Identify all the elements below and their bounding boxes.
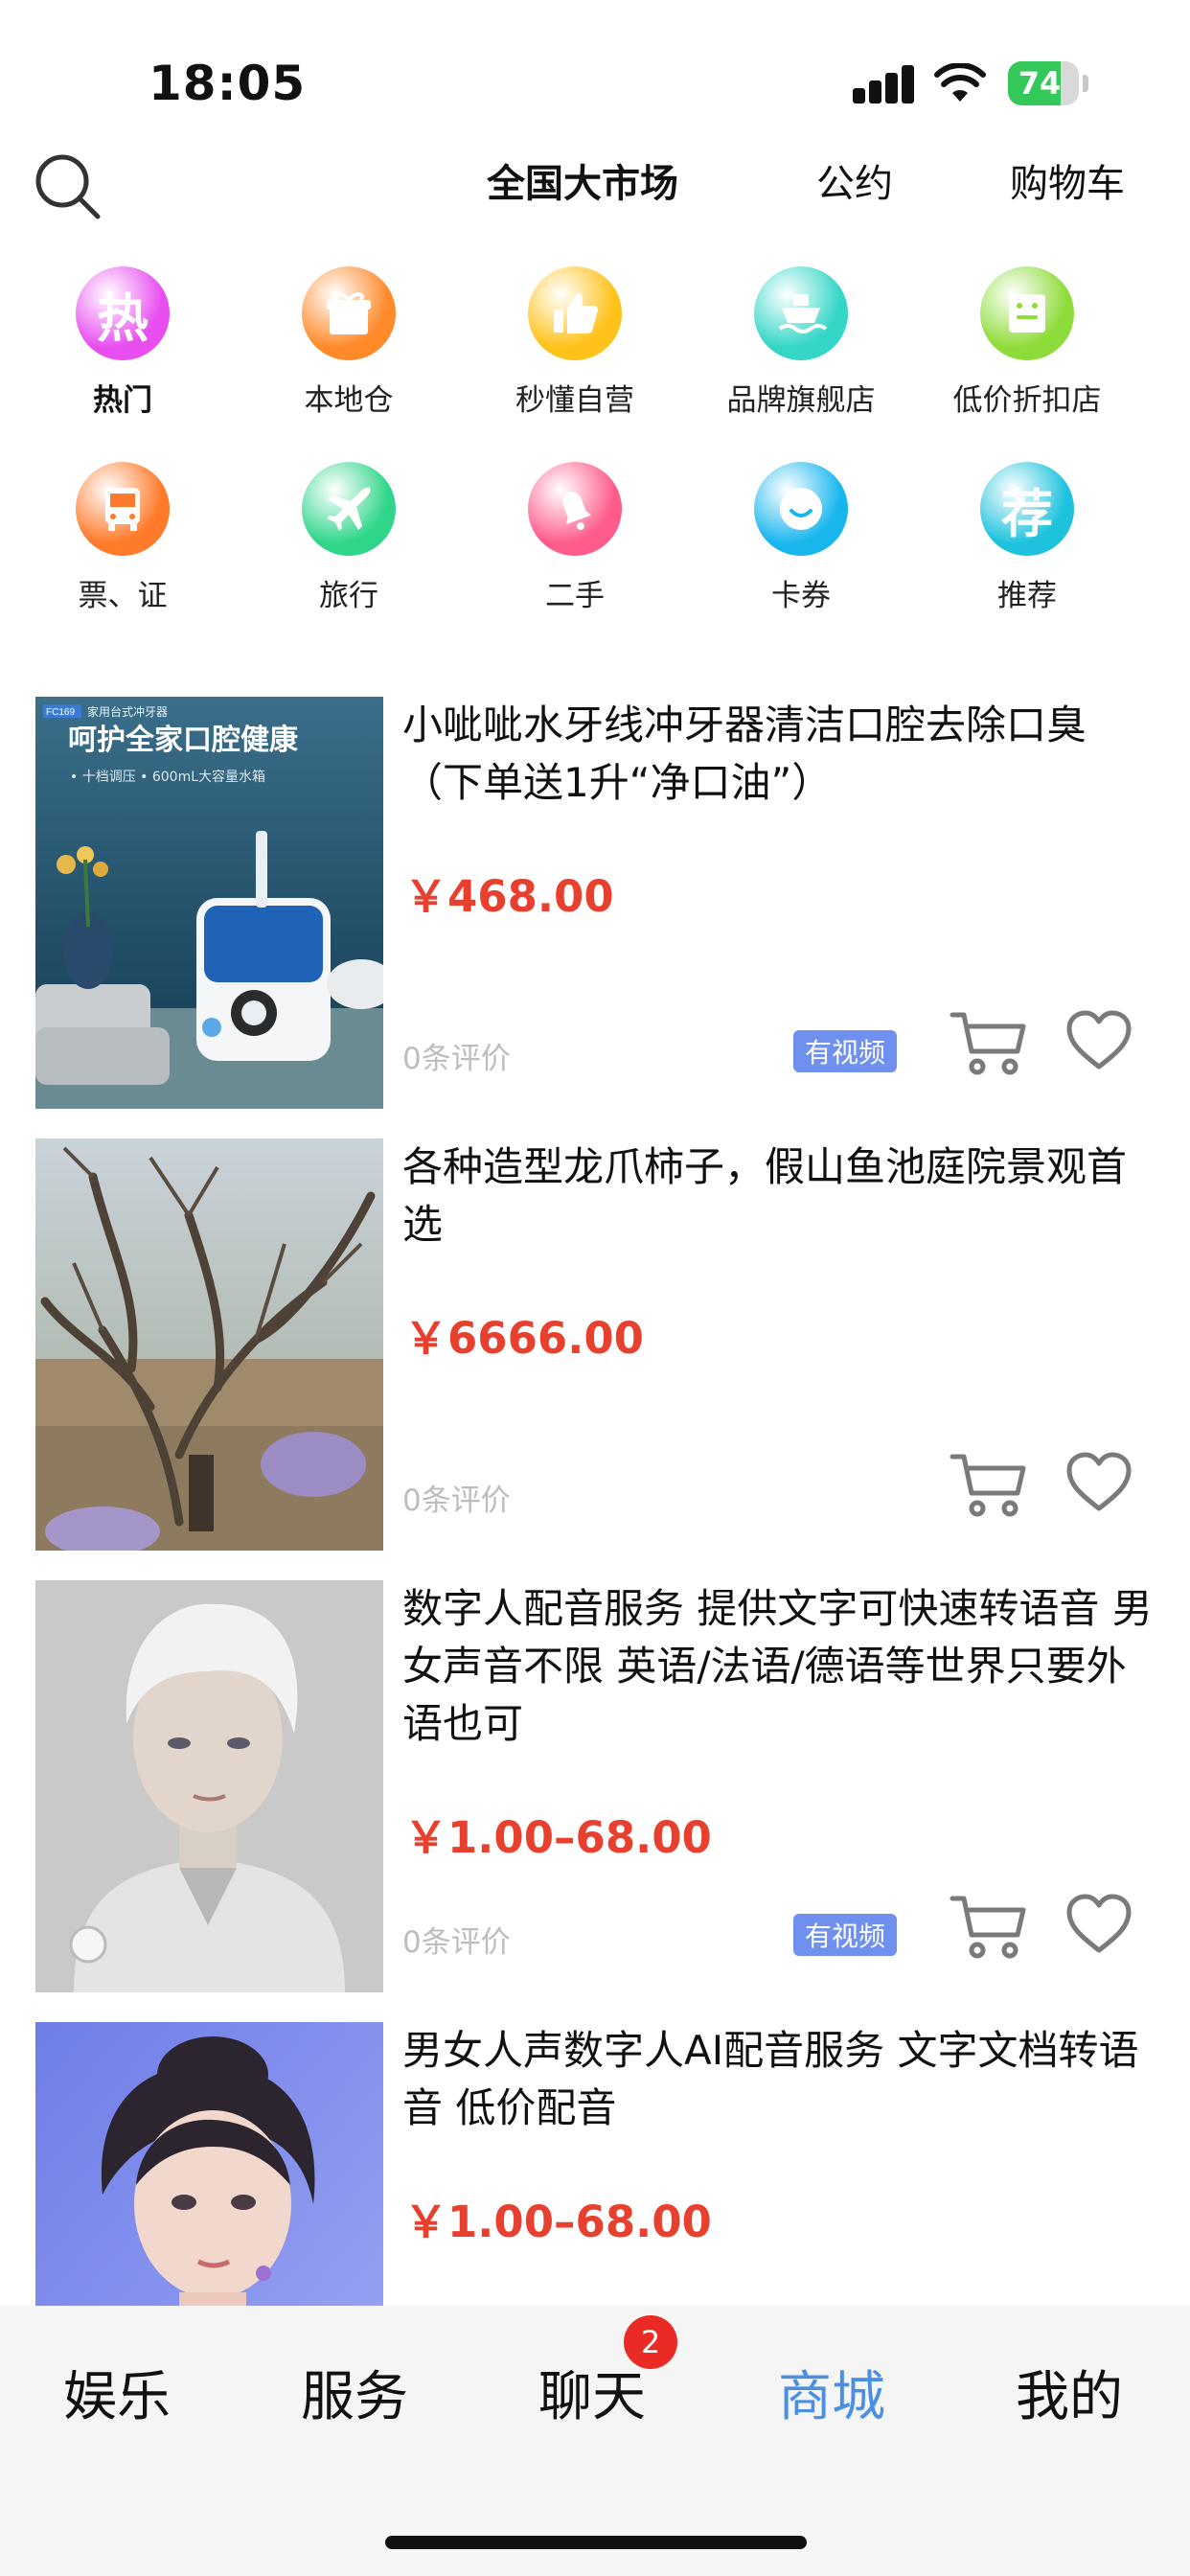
category-label: 旅行 [319, 579, 378, 613]
favorite-heart-icon[interactable] [1065, 1009, 1133, 1072]
ship-icon [754, 266, 848, 360]
wifi-icon [934, 63, 986, 102]
tab-convention[interactable]: 公约 [816, 155, 893, 213]
category-label: 卡券 [771, 579, 831, 613]
product-image[interactable]: FC169 家用台式冲牙器 呵护全家口腔健康 • 十档调压 • 600mL大容量… [35, 697, 383, 1109]
thumbs-up-icon [528, 266, 622, 360]
product-image[interactable] [35, 1138, 383, 1551]
category-self-operated[interactable]: 秒懂自营 [462, 266, 688, 419]
category-local-warehouse[interactable]: 本地仓 [236, 266, 462, 419]
product-title[interactable]: 男女人声数字人AI配音服务 文字文档转语音 低价配音 [402, 2022, 1159, 2137]
hot-icon: 热 [76, 266, 170, 360]
category-label: 本地仓 [304, 383, 394, 418]
category-label: 推荐 [997, 579, 1057, 613]
image-subtitle: 家用台式冲牙器 [87, 704, 168, 719]
product-reviews: 0条评价 [402, 1925, 511, 1960]
product-card[interactable]: 各种造型龙爪柿子，假山鱼池庭院景观首选 ￥6666.00 0条评价 [0, 1138, 1190, 1551]
category-recommended[interactable]: 荐推荐 [914, 462, 1140, 614]
signal-icon [853, 65, 916, 104]
product-price: ￥1.00–68.00 [404, 1812, 712, 1863]
category-discount-store[interactable]: 低价折扣店 [914, 266, 1140, 419]
favorite-heart-icon[interactable] [1065, 1451, 1133, 1514]
tab-mall[interactable]: 商城 [755, 2354, 908, 2431]
tab-entertainment[interactable]: 娱乐 [40, 2354, 194, 2431]
battery-icon: 74 [1008, 61, 1079, 105]
gift-icon [302, 266, 396, 360]
status-bar: 18:05 74 [0, 0, 1190, 144]
store-icon [980, 266, 1074, 360]
product-title[interactable]: 小呲呲水牙线冲牙器清洁口腔去除口臭（下单送1升“净口油”） [402, 697, 1159, 812]
tab-services[interactable]: 服务 [278, 2354, 431, 2431]
video-badge: 有视频 [793, 1914, 898, 1956]
video-badge: 有视频 [793, 1030, 898, 1072]
product-card[interactable]: 数字人配音服务 提供文字可快速转语音 男女声音不限 英语/法语/德语等世界只要外… [0, 1580, 1190, 1992]
bell-icon [528, 462, 622, 556]
search-icon[interactable] [33, 151, 102, 220]
product-reviews: 0条评价 [402, 1042, 511, 1076]
status-time: 18:05 [149, 56, 307, 111]
image-features: • 十档调压 • 600mL大容量水箱 [70, 769, 265, 785]
tab-shopping-cart[interactable]: 购物车 [1010, 155, 1125, 213]
image-model-code: FC169 [46, 707, 75, 718]
category-hot[interactable]: 热热门 [10, 266, 236, 419]
product-card[interactable]: FC169 家用台式冲牙器 呵护全家口腔健康 • 十档调压 • 600mL大容量… [0, 697, 1190, 1109]
battery-percent: 74 [1018, 65, 1062, 102]
category-label: 二手 [545, 579, 605, 613]
chat-unread-badge: 2 [624, 2315, 677, 2369]
category-tickets[interactable]: 票、证 [10, 462, 236, 614]
tab-national-market[interactable]: 全国大市场 [487, 155, 678, 213]
product-price: ￥468.00 [404, 871, 614, 922]
category-second-hand[interactable]: 二手 [462, 462, 688, 614]
image-headline: 呵护全家口腔健康 [68, 724, 299, 757]
airplane-icon [302, 462, 396, 556]
add-to-cart-icon[interactable] [949, 1005, 1027, 1078]
favorite-heart-icon[interactable] [1065, 1893, 1133, 1956]
category-label: 品牌旗舰店 [726, 383, 876, 418]
battery-tip [1083, 75, 1088, 92]
category-label: 票、证 [78, 579, 168, 613]
bus-icon [76, 462, 170, 556]
product-title[interactable]: 数字人配音服务 提供文字可快速转语音 男女声音不限 英语/法语/德语等世界只要外… [402, 1580, 1159, 1753]
home-indicator [385, 2536, 807, 2549]
category-label: 秒懂自营 [515, 383, 634, 418]
category-travel[interactable]: 旅行 [236, 462, 462, 614]
product-title[interactable]: 各种造型龙爪柿子，假山鱼池庭院景观首选 [402, 1138, 1159, 1254]
category-label: 热门 [93, 383, 152, 418]
category-brand-flagship[interactable]: 品牌旗舰店 [688, 266, 914, 419]
smile-icon [754, 462, 848, 556]
add-to-cart-icon[interactable] [949, 1889, 1027, 1962]
add-to-cart-icon[interactable] [949, 1447, 1027, 1520]
product-image[interactable] [35, 1580, 383, 1992]
product-price: ￥6666.00 [404, 1313, 644, 1364]
product-reviews: 0条评价 [402, 1484, 511, 1518]
recommended-icon: 荐 [980, 462, 1074, 556]
tab-mine[interactable]: 我的 [993, 2354, 1146, 2431]
product-price: ￥1.00–68.00 [404, 2196, 712, 2247]
category-label: 低价折扣店 [952, 383, 1102, 418]
category-coupons[interactable]: 卡券 [688, 462, 914, 614]
